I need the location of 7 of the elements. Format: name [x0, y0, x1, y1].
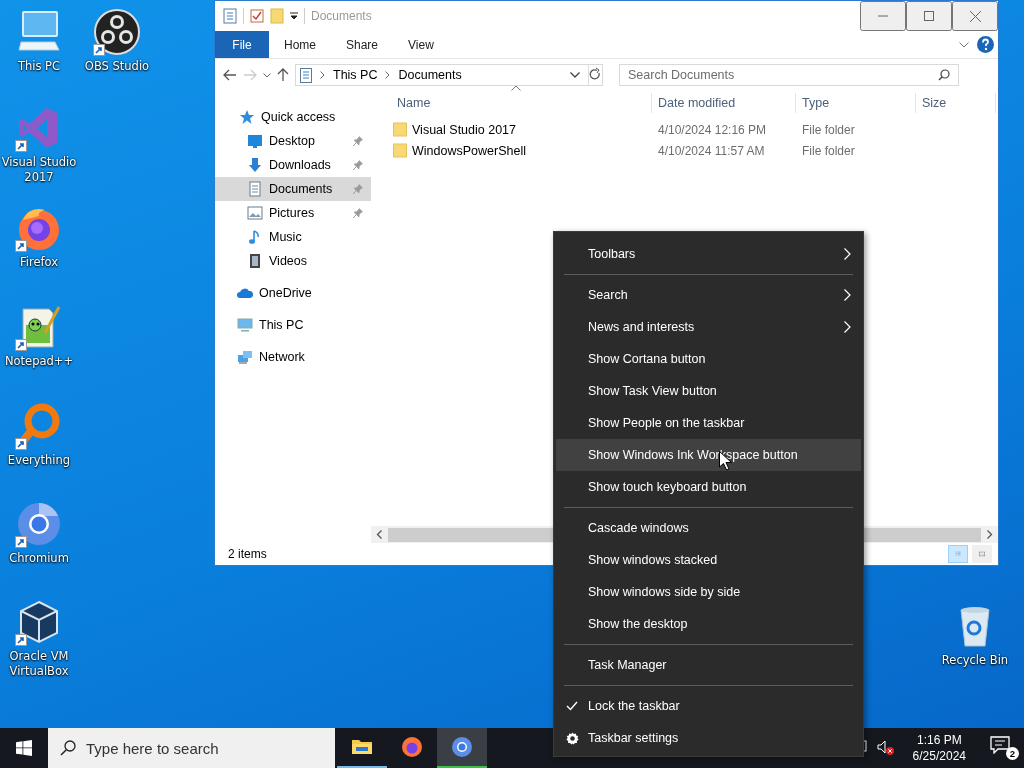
date-cell-text: 4/10/2024 11:57 AM: [657, 143, 766, 158]
item-count: 2 items: [228, 547, 267, 561]
window-title: Documents: [310, 9, 373, 23]
type-cell-text: File folder: [801, 122, 856, 137]
notification-count-badge: 2: [1006, 747, 1019, 760]
type-cell-text: File folder: [801, 143, 856, 158]
date-cell-text: 4/10/2024 12:16 PM: [657, 122, 768, 137]
